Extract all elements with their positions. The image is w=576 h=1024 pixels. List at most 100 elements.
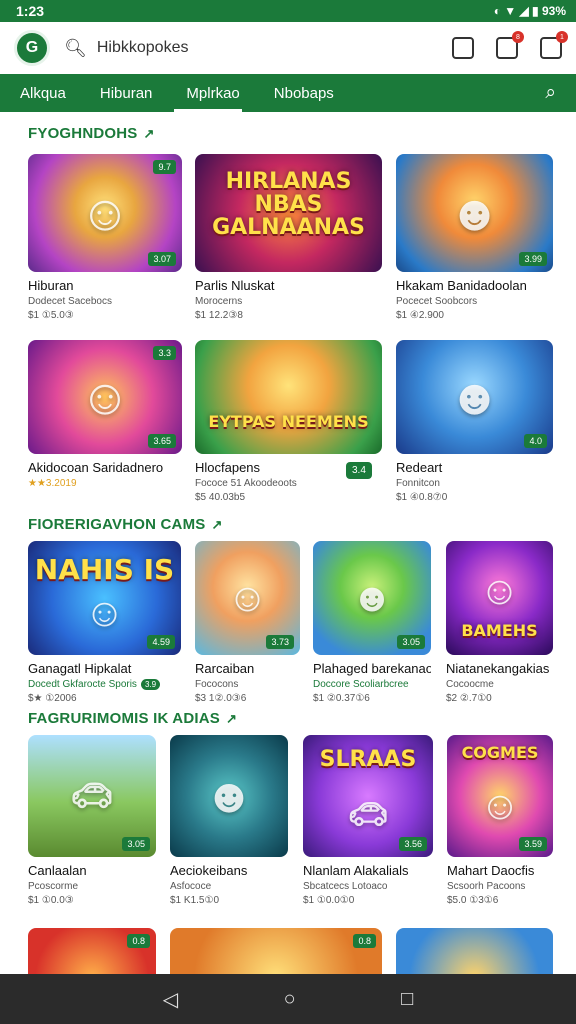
game-thumbnail[interactable]: ☻ 3.99 (396, 154, 553, 272)
game-thumbnail[interactable]: ☺ 9.7 3.07 (28, 154, 182, 272)
game-thumbnail[interactable]: NAHIS IS ☺ 4.59 (28, 541, 181, 655)
game-title: Niatanekangakias (446, 661, 550, 676)
game-subtitle: Docedt Gkfarocte Sporis 3.9 (28, 679, 181, 690)
section-2-arrow-icon[interactable]: ↗ (212, 517, 223, 532)
game-thumbnail[interactable]: HIRLANAS NBAS GALNAANAS (195, 154, 382, 272)
developer: Docedt Gkfarocte Sporis (28, 679, 137, 690)
game-subtitle: Sbcatcecs Lotoaco (303, 881, 388, 892)
game-title: Canlaalan (28, 863, 87, 878)
tab-nbobaps[interactable]: Nbobaps (252, 74, 346, 112)
home-icon[interactable]: ○ (284, 988, 296, 1011)
bag-icon[interactable]: 1 (540, 31, 568, 59)
game-thumbnail[interactable]: EYTPAS NEEMENS (195, 340, 382, 454)
game-subtitle: ★★3.2019 (28, 478, 182, 489)
game-price: $5 40.03b5 (195, 492, 246, 503)
rating-badge: 3.05 (122, 837, 150, 851)
camera-icon[interactable] (452, 37, 474, 59)
message-icon[interactable]: 8 (496, 31, 524, 59)
status-icons: ◐ ▼ ◢ ▮ 93% (493, 4, 566, 18)
game-card[interactable]: HIRLANAS NBAS GALNAANAS Parlis Nluskat M… (195, 154, 382, 321)
game-price: $1 ①0.0①0 (303, 895, 355, 906)
tab-search-icon[interactable]: ⌕ (545, 82, 556, 104)
game-title: Hiburan (28, 278, 74, 293)
section-title-1: FYOGHNDOHS ↗ (28, 125, 155, 142)
back-icon[interactable]: ◁ (163, 987, 178, 1012)
game-card[interactable]: ☻ 3.99 Hkakam Banidadoolan Pocecet Soobc… (396, 154, 553, 321)
game-thumbnail[interactable]: ☻ 3.05 (313, 541, 431, 655)
section-3-label: FAGRURIMOMIS IK ADIAS (28, 710, 220, 727)
game-logo: BAMEHS (461, 621, 538, 640)
game-thumbnail[interactable]: ☻ (170, 735, 288, 857)
game-card[interactable]: NAHIS IS ☺ 4.59 Ganagatl Hipkalat Docedt… (28, 541, 181, 704)
app-logo[interactable]: G (14, 30, 50, 66)
game-price: $3 1②.0③6 (195, 693, 247, 704)
game-card[interactable]: ☻ 3.05 Plahaged barekanao Doccore Scolia… (313, 541, 431, 704)
game-price: $1 ④0.8⑦0 (396, 492, 448, 503)
game-card[interactable]: SLRAAS 🚗︎ 3.56 Nlanlam Alakalials Sbcatc… (303, 735, 433, 906)
rating-badge: 3.56 (399, 837, 427, 851)
search-input[interactable]: Hibkkopokes (97, 39, 189, 57)
tab-hiburan[interactable]: Hiburan (78, 74, 165, 112)
game-title: Mahart Daocfis (447, 863, 535, 878)
rating-badge: 3.73 (266, 635, 294, 649)
rating-badge: 3.59 (519, 837, 547, 851)
game-card[interactable]: ☺ 3.3 3.65 Akidocoan Saridadnero ★★3.201… (28, 340, 182, 489)
game-thumbnail[interactable]: 🚗︎ 3.05 (28, 735, 156, 857)
game-thumbnail[interactable]: ☺ 3.3 3.65 (28, 340, 182, 454)
game-card[interactable]: ☺ 3.73 Rarcaiban Fococons $3 1②.0③6 (195, 541, 300, 704)
tab-mplrkao[interactable]: Mplrkao (164, 74, 251, 112)
rating-badge: 4.59 (147, 635, 175, 649)
game-card[interactable]: 🚗︎ 3.05 Canlaalan Pcoscorme $1 ①0.0③ (28, 735, 156, 906)
app-logo-letter: G (25, 39, 39, 56)
game-card[interactable]: 0.8 (170, 928, 382, 978)
search-icon: 🔍︎ (64, 37, 87, 58)
header-actions: 8 1 (452, 31, 568, 59)
game-title: Aeciokeibans (170, 863, 248, 878)
rating-badge: 3.99 (519, 252, 547, 266)
game-thumbnail[interactable]: COGMES ☺ 3.59 (447, 735, 553, 857)
game-card[interactable]: COGMES ☺ 3.59 Mahart Daocfis Scsoorh Pac… (447, 735, 553, 906)
rating-pill: 3.9 (140, 679, 161, 690)
game-thumbnail[interactable]: ☻ 4.0 (396, 340, 553, 454)
tab-alkqua[interactable]: Alkqua (20, 74, 78, 112)
game-thumbnail[interactable]: ☺ BAMEHS (446, 541, 553, 655)
game-thumbnail[interactable]: SLRAAS 🚗︎ 3.56 (303, 735, 433, 857)
game-price: $★ ①2006 (28, 693, 181, 704)
character-art: ☻ (203, 769, 255, 823)
game-thumbnail[interactable]: 0.8 (28, 928, 156, 978)
section-title-2: FIORERIGAVHON CAMS ↗ (28, 516, 223, 533)
recents-icon[interactable]: □ (401, 988, 413, 1011)
game-subtitle: Morocerns (195, 296, 243, 307)
age-tag: 0.8 (127, 934, 150, 948)
search-bar[interactable]: 🔍︎ Hibkkopokes (64, 30, 442, 66)
section-1-label: FYOGHNDOHS (28, 125, 138, 142)
section-title-3: FAGRURIMOMIS IK ADIAS ↗ (28, 710, 237, 727)
game-title: Hkakam Banidadoolan (396, 278, 527, 293)
game-card[interactable]: 0.8 (28, 928, 156, 978)
rating-badge: 3.05 (397, 635, 425, 649)
game-price: $1 ①5.0③ (28, 310, 74, 321)
game-title: Rarcaiban (195, 661, 255, 676)
game-thumbnail[interactable]: 0.8 (170, 928, 382, 978)
game-title: Parlis Nluskat (195, 278, 275, 293)
game-card[interactable]: ☺ 9.7 3.07 Hiburan Dodecet Sacebocs $1 ①… (28, 154, 182, 321)
category-tabs: Alkqua Hiburan Mplrkao Nbobaps ⌕ (0, 74, 576, 112)
game-card[interactable]: ☺ BAMEHS Niatanekangakias Cocoocme $2 ②.… (446, 541, 553, 704)
game-price: $1 12.2③8 (195, 310, 243, 321)
game-card[interactable] (396, 928, 553, 978)
rating-badge: 3.65 (148, 434, 176, 448)
game-logo: EYTPAS NEEMENS (208, 412, 369, 431)
game-thumbnail[interactable]: ☺ 3.73 (195, 541, 300, 655)
age-tag: 9.7 (153, 160, 176, 174)
section-1-arrow-icon[interactable]: ↗ (144, 126, 155, 141)
game-card[interactable]: ☻ 4.0 Redeart Fonnitcon $1 ④0.8⑦0 (396, 340, 553, 503)
rating-badge: 3.4 (346, 462, 372, 479)
game-thumbnail[interactable] (396, 928, 553, 978)
game-price: $1 ①0.0③ (28, 895, 74, 906)
game-subtitle: Scsoorh Pacoons (447, 881, 526, 892)
section-3-arrow-icon[interactable]: ↗ (226, 711, 237, 726)
status-time: 1:23 (16, 3, 45, 19)
game-card[interactable]: ☻ Aeciokeibans Asfococe $1 K1.5①0 (170, 735, 288, 906)
game-subtitle: Pocecet Soobcors (396, 296, 478, 307)
game-title: Akidocoan Saridadnero (28, 460, 164, 475)
